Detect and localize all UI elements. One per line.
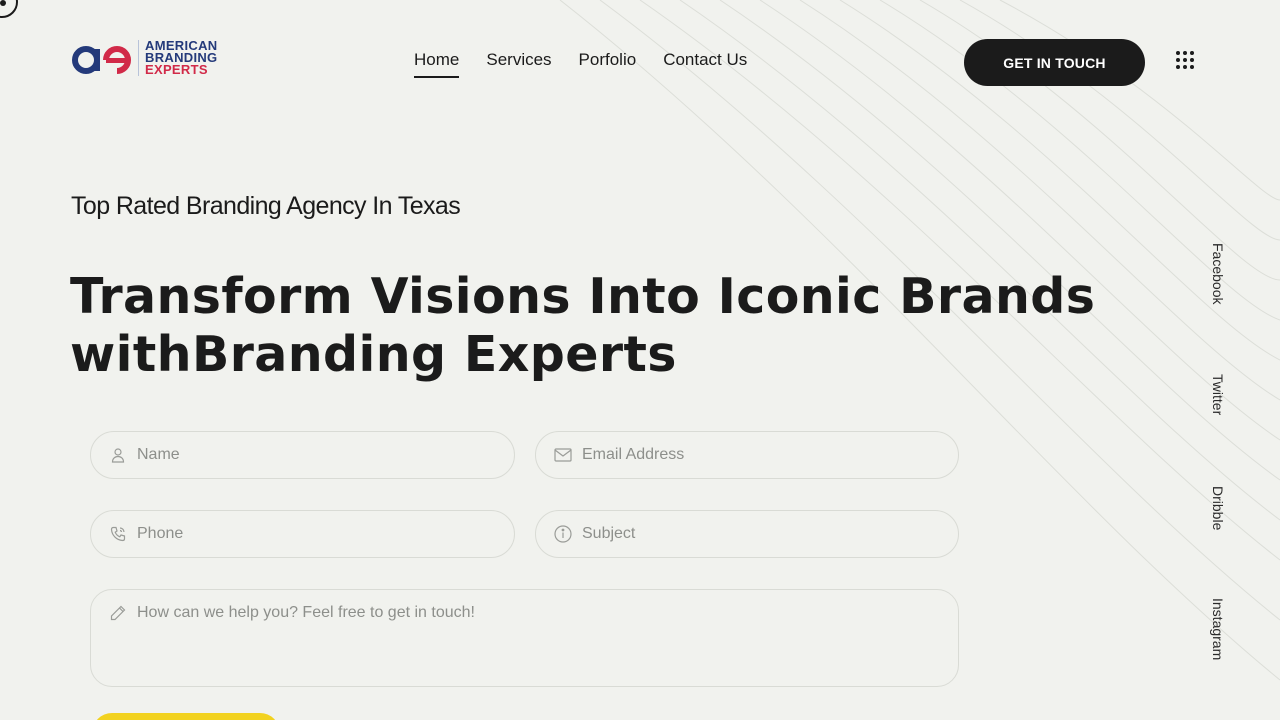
- message-placeholder: How can we help you? Feel free to get in…: [137, 604, 475, 621]
- nav-item-portfolio[interactable]: Porfolio: [579, 50, 637, 78]
- hero-headline: Transform Visions Into Iconic Brands wit…: [70, 268, 1130, 384]
- message-textarea[interactable]: How can we help you? Feel free to get in…: [90, 589, 959, 687]
- get-in-touch-button[interactable]: GET IN TOUCH: [964, 39, 1145, 86]
- pencil-icon: [109, 604, 127, 622]
- social-links: Facebook Twitter Dribble Instagram: [1210, 0, 1234, 720]
- social-twitter[interactable]: Twitter: [1210, 374, 1226, 415]
- info-icon: [554, 525, 572, 543]
- phone-placeholder: Phone: [137, 525, 184, 542]
- main-nav: Home Services Porfolio Contact Us: [414, 50, 747, 78]
- envelope-icon: [554, 446, 572, 464]
- email-field[interactable]: Email Address: [535, 431, 959, 479]
- phone-icon: [109, 525, 127, 543]
- social-facebook[interactable]: Facebook: [1210, 243, 1226, 304]
- social-dribble[interactable]: Dribble: [1210, 486, 1226, 530]
- hero-eyebrow: Top Rated Branding Agency In Texas: [71, 192, 461, 220]
- grid-dots-icon[interactable]: [1176, 51, 1198, 73]
- nav-item-contact[interactable]: Contact Us: [663, 50, 747, 78]
- name-placeholder: Name: [137, 446, 180, 463]
- submit-button[interactable]: [92, 713, 280, 720]
- name-field[interactable]: Name: [90, 431, 515, 479]
- social-instagram[interactable]: Instagram: [1210, 598, 1226, 660]
- user-icon: [109, 446, 127, 464]
- email-placeholder: Email Address: [582, 446, 685, 463]
- brand-logo[interactable]: AMERICAN BRANDING EXPERTS: [72, 36, 217, 80]
- nav-item-home[interactable]: Home: [414, 50, 460, 78]
- headline-line-2: withBranding Experts: [70, 326, 677, 383]
- cursor-indicator: [0, 0, 18, 18]
- logo-mark-icon: [72, 46, 131, 74]
- logo-line-3: EXPERTS: [145, 62, 208, 77]
- logo-wordmark: AMERICAN BRANDING EXPERTS: [138, 39, 217, 77]
- subject-field[interactable]: Subject: [535, 510, 959, 558]
- subject-placeholder: Subject: [582, 525, 636, 542]
- nav-item-services[interactable]: Services: [486, 50, 551, 78]
- phone-field[interactable]: Phone: [90, 510, 515, 558]
- headline-line-1: Transform Visions Into Iconic Brands: [70, 268, 1096, 325]
